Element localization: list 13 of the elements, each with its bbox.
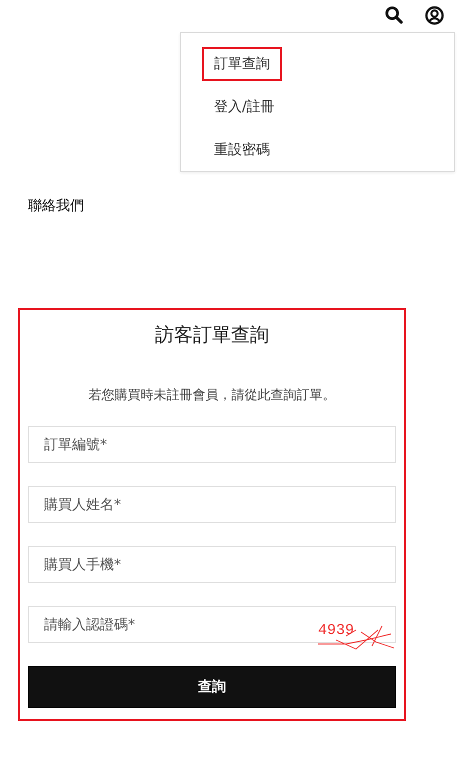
menu-item[interactable]: 登入/註冊: [202, 90, 287, 124]
captcha-code: 4939: [318, 622, 354, 639]
submit-button[interactable]: 查詢: [28, 666, 396, 708]
input-field[interactable]: 購買人手機*: [28, 546, 396, 583]
search-icon[interactable]: [385, 6, 403, 24]
menu-item[interactable]: 重設密碼: [202, 133, 282, 167]
input-field[interactable]: 訂單編號*: [28, 426, 396, 463]
contact-link[interactable]: 聯絡我們: [28, 197, 84, 215]
account-icon[interactable]: [425, 6, 444, 25]
menu-item[interactable]: 訂單查詢: [202, 47, 282, 81]
form-title: 訪客訂單查詢: [154, 323, 270, 348]
form-description: 若您購買時未註冊會員，請從此查詢訂單。: [88, 387, 336, 404]
input-field[interactable]: 購買人姓名*: [28, 486, 396, 523]
